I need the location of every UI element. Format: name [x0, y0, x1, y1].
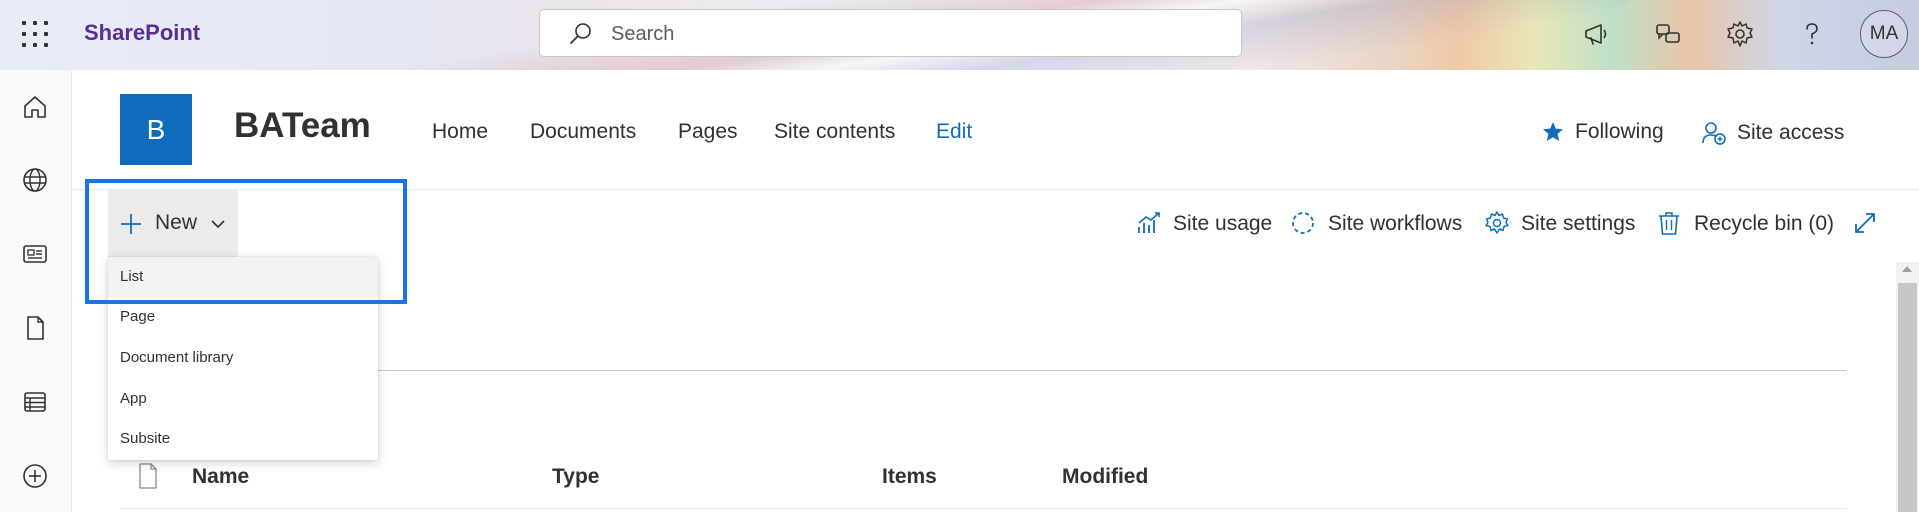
- left-app-bar: [0, 70, 72, 512]
- settings-icon[interactable]: [1484, 210, 1510, 236]
- column-header-modified[interactable]: Modified: [1062, 465, 1148, 489]
- site-access-label: Site access: [1737, 121, 1845, 144]
- document-icon: [139, 463, 157, 489]
- table-header-divider: [120, 508, 1847, 509]
- scrollbar-thumb[interactable]: [1898, 283, 1917, 512]
- menu-item-document-library[interactable]: Document library: [108, 338, 378, 378]
- site-workflows-link[interactable]: Site workflows: [1328, 212, 1462, 236]
- column-header-type[interactable]: Type: [552, 465, 599, 489]
- search-icon: [570, 23, 591, 44]
- add-icon[interactable]: [21, 462, 49, 490]
- search-placeholder: Search: [611, 23, 675, 45]
- feedback-icon[interactable]: [1653, 19, 1683, 49]
- waffle-icon[interactable]: [22, 21, 48, 47]
- nav-home[interactable]: Home: [432, 120, 488, 144]
- home-icon[interactable]: [21, 93, 49, 121]
- following-label: Following: [1575, 120, 1664, 143]
- help-icon[interactable]: [1797, 19, 1827, 49]
- section-divider: [120, 370, 1847, 371]
- gear-icon[interactable]: [1725, 19, 1755, 49]
- following-button[interactable]: Following: [1541, 120, 1664, 144]
- nav-documents[interactable]: Documents: [530, 120, 636, 144]
- trash-icon[interactable]: [1656, 210, 1682, 236]
- globe-icon[interactable]: [21, 166, 49, 194]
- news-icon[interactable]: [21, 240, 49, 268]
- recycle-bin-link[interactable]: Recycle bin (0): [1694, 212, 1834, 236]
- star-icon: [1543, 122, 1563, 141]
- chart-icon[interactable]: [1136, 210, 1162, 236]
- site-access-button[interactable]: Site access: [1701, 120, 1844, 146]
- nav-pages[interactable]: Pages: [678, 120, 738, 144]
- menu-item-subsite[interactable]: Subsite: [108, 419, 378, 459]
- site-title[interactable]: BATeam: [234, 106, 371, 146]
- site-settings-link[interactable]: Site settings: [1521, 212, 1635, 236]
- column-header-name[interactable]: Name: [192, 465, 249, 489]
- megaphone-icon[interactable]: [1581, 19, 1611, 49]
- expand-icon[interactable]: [1852, 210, 1878, 236]
- workflow-icon[interactable]: [1290, 210, 1316, 236]
- highlight-box: [85, 179, 407, 304]
- suite-header: SharePoint Search MA: [0, 0, 1919, 70]
- nav-edit[interactable]: Edit: [936, 120, 972, 144]
- people-settings-icon: [1702, 122, 1726, 145]
- search-box[interactable]: Search: [539, 9, 1242, 57]
- nav-site-contents[interactable]: Site contents: [774, 120, 895, 144]
- brand-link[interactable]: SharePoint: [84, 20, 200, 46]
- site-usage-link[interactable]: Site usage: [1173, 212, 1272, 236]
- list-icon[interactable]: [21, 388, 49, 416]
- file-icon[interactable]: [21, 314, 49, 342]
- avatar[interactable]: MA: [1860, 10, 1908, 58]
- column-header-items[interactable]: Items: [882, 465, 937, 489]
- menu-item-app[interactable]: App: [108, 379, 378, 419]
- site-logo[interactable]: B: [120, 94, 192, 165]
- scroll-up-arrow-icon[interactable]: [1900, 263, 1914, 275]
